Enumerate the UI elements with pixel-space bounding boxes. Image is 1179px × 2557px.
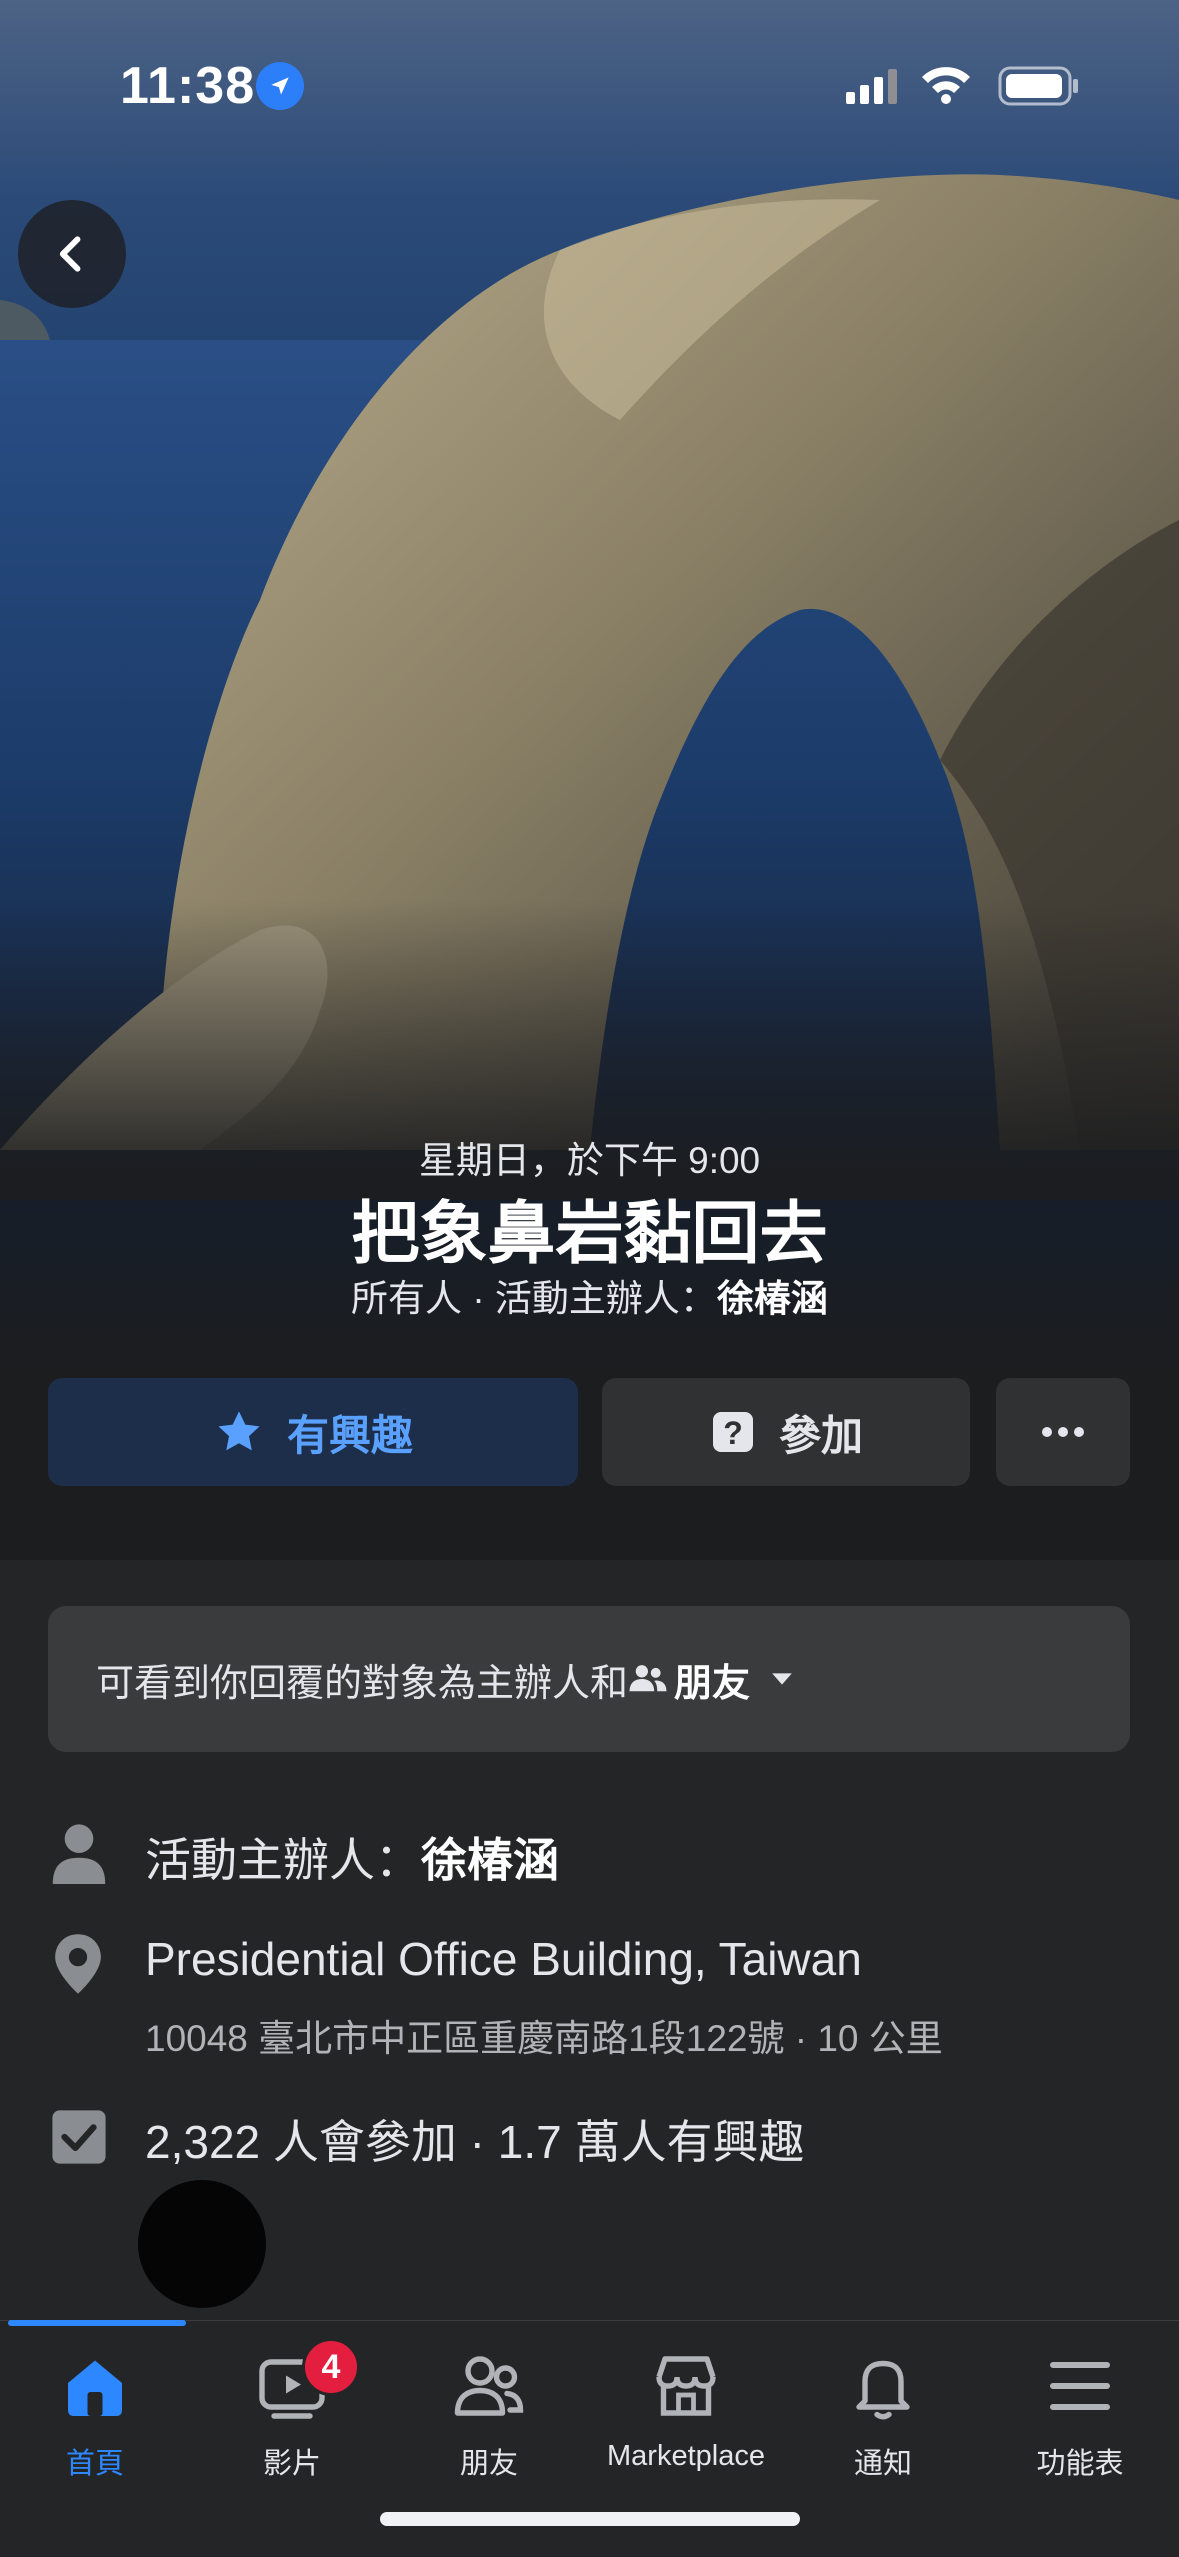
location-address: 10048 臺北市中正區重慶南路1段122號 · 10 公里 [145, 2018, 943, 2059]
person-icon [52, 1824, 106, 1884]
attendance-count: 2,322 人會參加 · 1.7 萬人有興趣 [145, 2116, 805, 2168]
interested-button[interactable]: 有興趣 [48, 1378, 578, 1486]
attendee-avatar[interactable] [138, 2180, 266, 2308]
calendar-check-icon [52, 2110, 106, 2164]
friends-small-icon [629, 1665, 667, 1692]
more-dots-icon [1042, 1427, 1084, 1437]
interested-label: 有興趣 [286, 1411, 413, 1459]
home-indicator[interactable] [380, 2512, 800, 2526]
status-time: 11:38 [120, 57, 256, 115]
host-name[interactable]: 徐椿涵 [421, 1834, 559, 1886]
tab-friends[interactable]: 朋友 [399, 2346, 579, 2482]
cellular-signal-icon [846, 69, 897, 104]
location-name: Presidential Office Building, Taiwan [145, 1933, 862, 1985]
video-notification-badge: 4 [302, 2338, 360, 2396]
event-cover-photo [0, 0, 1179, 1560]
event-title: 把象鼻岩黏回去 [351, 1196, 828, 1272]
event-date: 星期日，於下午 9:00 [418, 1140, 761, 1181]
question-box-icon: ? [709, 1408, 757, 1456]
tab-notifications[interactable]: 通知 [793, 2346, 973, 2482]
tab-friends-label: 朋友 [459, 2448, 518, 2480]
tab-menu-label: 功能表 [1036, 2448, 1124, 2480]
friends-icon [454, 2356, 524, 2416]
tab-marketplace[interactable]: Marketplace [596, 2346, 776, 2473]
tab-video[interactable]: 4 影片 [202, 2338, 382, 2482]
privacy-text: 可看到你回覆的對象為主辦人和 [96, 1662, 629, 1705]
tab-video-label: 影片 [262, 2448, 321, 2480]
tab-marketplace-label: Marketplace [607, 2440, 765, 2472]
svg-text:?: ? [723, 1415, 743, 1451]
privacy-audience: 朋友 [674, 1662, 751, 1705]
event-audience: 所有人 · 活動主辦人： [351, 1278, 717, 1319]
elephant-rock-image [0, 174, 1179, 1200]
home-icon [68, 2360, 122, 2416]
tab-notifications-label: 通知 [853, 2448, 912, 2480]
battery-icon [998, 66, 1078, 106]
bell-icon [856, 2360, 910, 2420]
status-bar: 11:38 [0, 0, 1179, 170]
back-button[interactable] [18, 200, 126, 308]
rsvp-privacy-selector[interactable]: 可看到你回覆的對象為主辦人和 朋友 [48, 1606, 1130, 1752]
star-icon [213, 1406, 265, 1458]
tab-menu[interactable]: 功能表 [990, 2346, 1170, 2482]
event-audience-host: 所有人 · 活動主辦人：徐椿涵 [0, 1268, 1179, 1322]
wifi-icon [922, 67, 970, 104]
host-prefix: 活動主辦人： [145, 1834, 421, 1886]
marketplace-icon [656, 2356, 716, 2416]
join-label: 參加 [778, 1411, 863, 1459]
chevron-left-icon [59, 236, 81, 272]
join-button[interactable]: ? 參加 [602, 1378, 970, 1486]
tab-home[interactable]: 首頁 [5, 2346, 185, 2482]
menu-icon [1050, 2362, 1110, 2410]
more-options-button[interactable] [996, 1378, 1130, 1486]
location-arrow-icon [256, 62, 304, 110]
tab-home-label: 首頁 [65, 2448, 124, 2480]
map-pin-icon [55, 1934, 101, 1994]
event-host-name[interactable]: 徐椿涵 [717, 1278, 828, 1319]
caret-down-icon [772, 1673, 792, 1685]
active-tab-indicator [8, 2320, 186, 2326]
host-text: 活動主辦人：徐椿涵 [145, 1824, 559, 1890]
